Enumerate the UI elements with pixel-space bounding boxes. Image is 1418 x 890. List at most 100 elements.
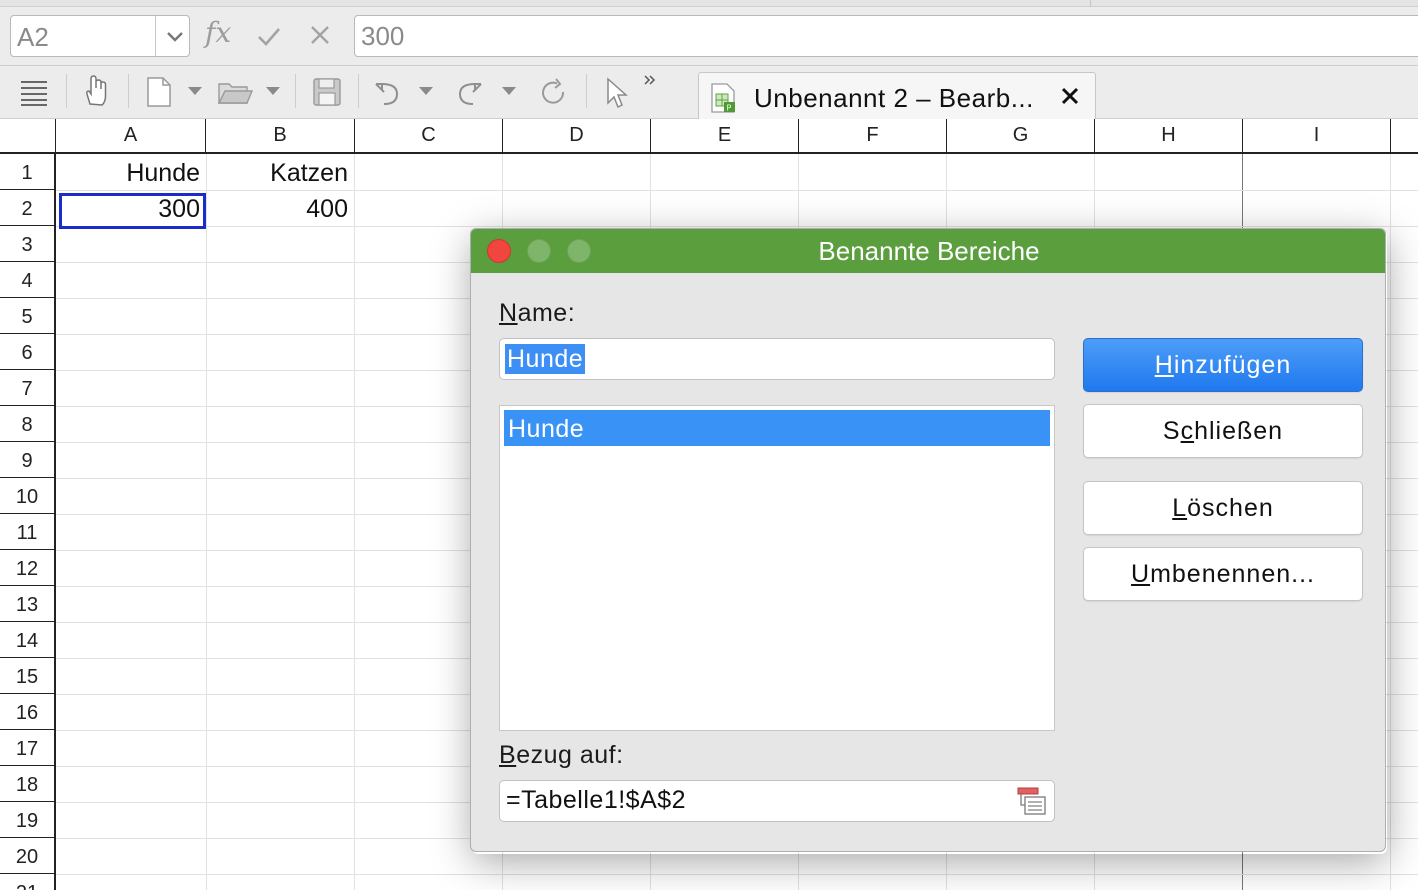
close-button-label-start: S bbox=[1162, 417, 1181, 445]
named-ranges-dialog: Benannte Bereiche Name: Hunde Hunde Bezu… bbox=[470, 228, 1386, 852]
toolbar-separator bbox=[66, 74, 67, 108]
row-header-11[interactable]: 11 bbox=[0, 514, 54, 550]
row-header-7[interactable]: 7 bbox=[0, 370, 54, 406]
formula-input[interactable]: 300 bbox=[354, 15, 1418, 57]
column-header-f[interactable]: F bbox=[799, 119, 947, 152]
cell-b2[interactable]: 400 bbox=[206, 190, 354, 226]
chevron-down-icon[interactable] bbox=[499, 84, 519, 98]
name-label-mnemonic: N bbox=[499, 299, 518, 327]
close-button[interactable]: Schließen bbox=[1083, 404, 1363, 458]
name-label-text: ame: bbox=[517, 299, 576, 327]
repeat-icon[interactable] bbox=[539, 78, 569, 108]
column-header-a[interactable]: A bbox=[56, 119, 206, 152]
column-header-g[interactable]: G bbox=[947, 119, 1095, 152]
cell-a1[interactable]: Hunde bbox=[56, 154, 206, 190]
rename-button-label: mbenennen... bbox=[1150, 560, 1315, 588]
new-document-icon[interactable] bbox=[145, 76, 173, 108]
function-wizard-icon[interactable]: fx bbox=[205, 16, 231, 49]
row-header-12[interactable]: 12 bbox=[0, 550, 54, 586]
row-header-17[interactable]: 17 bbox=[0, 730, 54, 766]
redo-icon[interactable] bbox=[455, 78, 485, 108]
more-icon[interactable] bbox=[643, 74, 657, 88]
formula-value[interactable]: 300 bbox=[361, 21, 404, 52]
cell-b1[interactable]: Katzen bbox=[206, 154, 354, 190]
row-header-6[interactable]: 6 bbox=[0, 334, 54, 370]
toolbar-separator bbox=[586, 74, 587, 108]
toolbar-separator bbox=[128, 74, 129, 108]
formula-bar: A2 fx 300 bbox=[0, 0, 1418, 66]
row-header-21[interactable]: 21 bbox=[0, 874, 54, 890]
row-header-18[interactable]: 18 bbox=[0, 766, 54, 802]
delete-button[interactable]: Löschen bbox=[1083, 481, 1363, 535]
row-header-9[interactable]: 9 bbox=[0, 442, 54, 478]
column-header-c[interactable]: C bbox=[355, 119, 503, 152]
name-box-divider bbox=[155, 16, 156, 56]
reference-input[interactable]: =Tabelle1!$A$2 bbox=[499, 780, 1055, 822]
name-input[interactable]: Hunde bbox=[499, 338, 1055, 380]
spreadsheet-file-icon: P bbox=[711, 83, 735, 113]
row-header-1[interactable]: 1 bbox=[0, 154, 54, 190]
chevron-down-icon[interactable] bbox=[416, 84, 436, 98]
column-header: A B C D E F G H I bbox=[0, 119, 1418, 154]
column-header-h[interactable]: H bbox=[1095, 119, 1243, 152]
select-all-corner[interactable] bbox=[0, 119, 56, 152]
row-header-10[interactable]: 10 bbox=[0, 478, 54, 514]
dialog-title-text: Benannte Bereiche bbox=[818, 236, 1040, 266]
pointer-icon[interactable] bbox=[603, 76, 629, 110]
row-header-13[interactable]: 13 bbox=[0, 586, 54, 622]
name-input-value[interactable]: Hunde bbox=[505, 344, 586, 374]
column-header-i[interactable]: I bbox=[1243, 119, 1391, 152]
add-button-label: inzufügen bbox=[1173, 351, 1292, 379]
grid-line bbox=[354, 154, 355, 890]
window-zoom-button[interactable] bbox=[567, 239, 591, 263]
save-icon[interactable] bbox=[311, 76, 343, 108]
row-header-19[interactable]: 19 bbox=[0, 802, 54, 838]
delete-button-mnemonic: L bbox=[1172, 494, 1188, 522]
row-header-5[interactable]: 5 bbox=[0, 298, 54, 334]
list-item[interactable]: Hunde bbox=[504, 410, 1050, 446]
reference-label-mnemonic: B bbox=[499, 741, 517, 769]
close-button-mnemonic: c bbox=[1180, 417, 1195, 445]
chevron-down-icon[interactable] bbox=[163, 24, 187, 48]
hand-icon[interactable] bbox=[82, 74, 110, 108]
shrink-dialog-icon[interactable] bbox=[1016, 785, 1048, 817]
column-header-e[interactable]: E bbox=[651, 119, 799, 152]
grid-line bbox=[56, 874, 1418, 875]
row-header-2[interactable]: 2 bbox=[0, 190, 54, 226]
window-minimize-button[interactable] bbox=[527, 239, 551, 263]
grid-line bbox=[206, 154, 207, 890]
svg-text:P: P bbox=[727, 104, 732, 113]
reference-input-value[interactable]: =Tabelle1!$A$2 bbox=[506, 786, 686, 815]
close-icon[interactable] bbox=[307, 22, 333, 48]
chevron-down-icon[interactable] bbox=[263, 84, 283, 98]
row-header-8[interactable]: 8 bbox=[0, 406, 54, 442]
close-icon[interactable] bbox=[1059, 85, 1081, 107]
named-range-list[interactable]: Hunde bbox=[499, 405, 1055, 731]
checkmark-icon[interactable] bbox=[255, 22, 283, 50]
add-button[interactable]: Hinzufügen bbox=[1083, 338, 1363, 392]
document-tab-title[interactable]: Unbenannt 2 – Bearb... bbox=[754, 83, 1034, 114]
row-header-3[interactable]: 3 bbox=[0, 226, 54, 262]
column-header-d[interactable]: D bbox=[503, 119, 651, 152]
row-header-20[interactable]: 20 bbox=[0, 838, 54, 874]
row-header-15[interactable]: 15 bbox=[0, 658, 54, 694]
window-close-button[interactable] bbox=[487, 239, 511, 263]
column-header-b[interactable]: B bbox=[206, 119, 355, 152]
name-box-value[interactable]: A2 bbox=[17, 22, 49, 53]
rename-button[interactable]: Umbenennen... bbox=[1083, 547, 1363, 601]
top-edge bbox=[0, 0, 1418, 7]
name-box[interactable]: A2 bbox=[10, 15, 190, 57]
chevron-down-icon[interactable] bbox=[185, 84, 205, 98]
toolbar: P Unbenannt 2 – Bearb... bbox=[0, 66, 1418, 120]
open-folder-icon[interactable] bbox=[217, 78, 253, 106]
row-header-14[interactable]: 14 bbox=[0, 622, 54, 658]
document-tab[interactable]: P Unbenannt 2 – Bearb... bbox=[698, 72, 1096, 120]
row-header-4[interactable]: 4 bbox=[0, 262, 54, 298]
reference-label-text: ezug auf: bbox=[516, 741, 624, 769]
row-header-16[interactable]: 16 bbox=[0, 694, 54, 730]
dialog-titlebar[interactable]: Benannte Bereiche bbox=[471, 229, 1385, 273]
undo-icon[interactable] bbox=[372, 78, 402, 108]
sidebar-menu-icon[interactable] bbox=[18, 78, 50, 108]
name-label: Name: bbox=[499, 299, 575, 328]
row-header: 1 2 3 4 5 6 7 8 9 10 11 12 13 14 15 16 1… bbox=[0, 154, 56, 890]
